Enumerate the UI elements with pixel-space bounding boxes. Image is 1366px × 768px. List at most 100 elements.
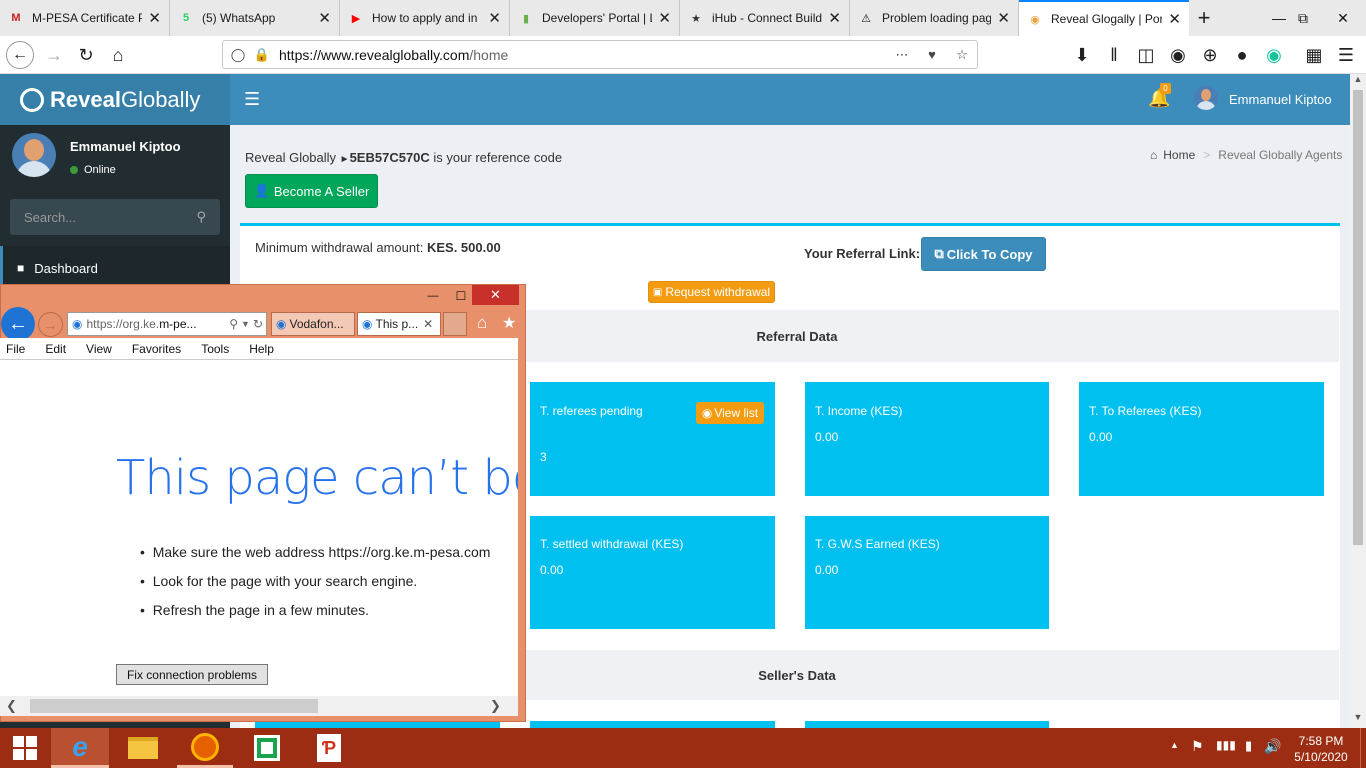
ie-back-button[interactable]: ← [1,307,35,341]
sidebar-search[interactable]: Search... ⚲ [10,199,220,235]
back-button[interactable]: ← [4,36,36,74]
close-window-button[interactable]: ✕ [1320,0,1366,36]
close-tab-icon[interactable]: ✕ [488,9,501,27]
kpi-value: 0.00 [815,563,839,577]
search-input[interactable]: Search... [24,210,196,225]
battery-icon[interactable]: ▮ [1245,738,1252,754]
home-icon: ⌂ [1150,148,1158,162]
lock-icon[interactable]: 🔒 [253,47,271,63]
ie-address-bar[interactable]: ◉ https://org.ke. m-pe... ⚲ ▼ ↻ [67,312,267,336]
clock[interactable]: 7:58 PM 5/10/2020 [1290,733,1352,765]
bookmark-star-icon[interactable]: ☆ [947,47,977,63]
taskbar-ie[interactable]: e [51,728,109,768]
browser-tab[interactable]: ▶ How to apply and in ✕ [340,0,510,36]
close-tab-icon[interactable]: ✕ [1168,10,1181,28]
new-tab-button[interactable]: + [1190,0,1218,36]
breadcrumb-home[interactable]: Home [1163,148,1195,162]
ie-tab-this-page[interactable]: ◉ This p... ✕ [357,312,441,336]
ie-horizontal-scrollbar[interactable]: ❮ ❯ [0,696,518,716]
extension-download-icon[interactable]: ⊕ [1194,36,1226,74]
kpi-value: 0.00 [1089,430,1113,444]
network-icon[interactable]: ▮▮▮ [1216,738,1236,752]
ie-favorites-icon[interactable]: ★ [502,313,516,333]
browser-tab[interactable]: ⚠ Problem loading pag ✕ [850,0,1019,36]
ie-menu-view[interactable]: View [86,342,112,356]
extension-icon[interactable]: ● [1226,36,1258,74]
scroll-right-icon[interactable]: ❯ [490,698,501,714]
fix-connection-button[interactable]: Fix connection problems [116,664,268,685]
tray-overflow-icon[interactable]: ▲ [1170,740,1179,750]
browser-tab[interactable]: 5 (5) WhatsApp ✕ [170,0,340,36]
close-tab-icon[interactable]: ✕ [318,9,331,27]
show-desktop-button[interactable] [1360,728,1366,768]
forward-button[interactable]: → [38,36,70,74]
taskbar-app[interactable]: Ƥ [301,728,357,768]
ie-menu-tools[interactable]: Tools [201,342,229,356]
header-avatar[interactable] [1194,86,1218,110]
ie-menu-edit[interactable]: Edit [45,342,66,356]
ie-menu-help[interactable]: Help [249,342,274,356]
scroll-down-icon[interactable]: ▼ [1350,712,1366,728]
account-icon[interactable]: ◉ [1162,36,1194,74]
close-tab-icon[interactable]: ✕ [997,9,1010,27]
scroll-left-icon[interactable]: ❮ [6,698,17,714]
request-withdrawal-button[interactable]: ▣ Request withdrawal [648,281,775,303]
url-bar[interactable]: ◯ 🔒 https://www.revealglobally.com/home … [222,40,978,69]
ie-page: This page can’t be • Make sure the web a… [0,360,518,696]
star-icon: ★ [691,12,701,25]
warning-icon: ⚠ [861,12,871,25]
taskbar-firefox[interactable] [177,728,233,768]
ie-scroll-thumb[interactable] [30,699,318,713]
grammarly-icon[interactable]: ◉ [1258,36,1290,74]
download-icon[interactable]: ⬇ [1066,36,1098,74]
sidebar-icon[interactable]: ◫ [1130,36,1162,74]
taskbar-file-explorer[interactable] [115,728,171,768]
close-tab-icon[interactable]: ✕ [658,9,671,27]
ie-dropdown-icon[interactable]: ▼ [241,319,250,329]
user-icon: 👤 [253,183,270,198]
ie-menu-file[interactable]: File [6,342,25,356]
ie-new-tab[interactable] [443,312,467,336]
taskbar-store[interactable] [239,728,295,768]
ie-forward-button[interactable]: → [38,312,63,337]
ie-home-icon[interactable]: ⌂ [477,313,487,333]
search-icon[interactable]: ⚲ [196,209,206,225]
site-logo[interactable]: Reveal Globally [0,74,230,125]
whatsapp-icon: 5 [182,12,190,24]
shield-icon[interactable]: ◯ [223,47,253,63]
close-tab-icon[interactable]: ✕ [828,9,841,27]
header-user-name[interactable]: Emmanuel Kiptoo [1229,92,1332,107]
browser-tab[interactable]: ★ iHub - Connect Build ✕ [680,0,850,36]
page-actions-icon[interactable]: ⋯ [887,47,917,63]
ie-close-button[interactable]: ✕ [472,285,519,305]
ie-menu-favorites[interactable]: Favorites [132,342,181,356]
click-to-copy-button[interactable]: ⧉ Click To Copy [921,237,1046,271]
page-scrollbar[interactable]: ▲ ▼ [1350,74,1366,728]
volume-icon[interactable]: 🔊 [1264,738,1281,755]
pocket-icon[interactable]: ♥ [917,47,947,62]
become-seller-button[interactable]: 👤 Become A Seller [245,174,378,208]
kpi-label: T. To Referees (KES) [1089,404,1202,418]
reload-button[interactable]: ↻ [70,36,102,74]
request-withdrawal-label: Request withdrawal [665,285,771,299]
library-icon[interactable]: ‖ [1098,36,1130,74]
browser-tab[interactable]: M M-PESA Certificate P ✕ [0,0,170,36]
ie-search-icon[interactable]: ⚲ [229,317,238,331]
internet-explorer-icon: e [72,730,88,762]
ie-tab-close-icon[interactable]: ✕ [423,317,433,331]
ie-tab-vodafone[interactable]: ◉ Vodafon... [271,312,355,336]
hamburger-menu-icon[interactable]: ☰ [1330,36,1362,74]
extensions-menu-icon[interactable]: ▦ [1298,36,1330,74]
scrollbar-thumb[interactable] [1353,90,1363,545]
view-list-button[interactable]: ◉ View list [696,402,764,424]
scroll-up-icon[interactable]: ▲ [1350,74,1366,90]
ie-refresh-icon[interactable]: ↻ [253,317,263,331]
close-tab-icon[interactable]: ✕ [148,9,161,27]
browser-tab[interactable]: ◉ Reveal Glogally | Porta ✕ [1019,0,1189,36]
flag-icon[interactable]: ⚑ [1191,738,1204,755]
home-button[interactable]: ⌂ [102,36,134,74]
start-button[interactable] [0,728,50,768]
browser-tab[interactable]: ▮ Developers' Portal | L ✕ [510,0,680,36]
sidebar-toggle-icon[interactable]: ☰ [244,89,260,110]
users-icon: ◉ [701,406,713,420]
